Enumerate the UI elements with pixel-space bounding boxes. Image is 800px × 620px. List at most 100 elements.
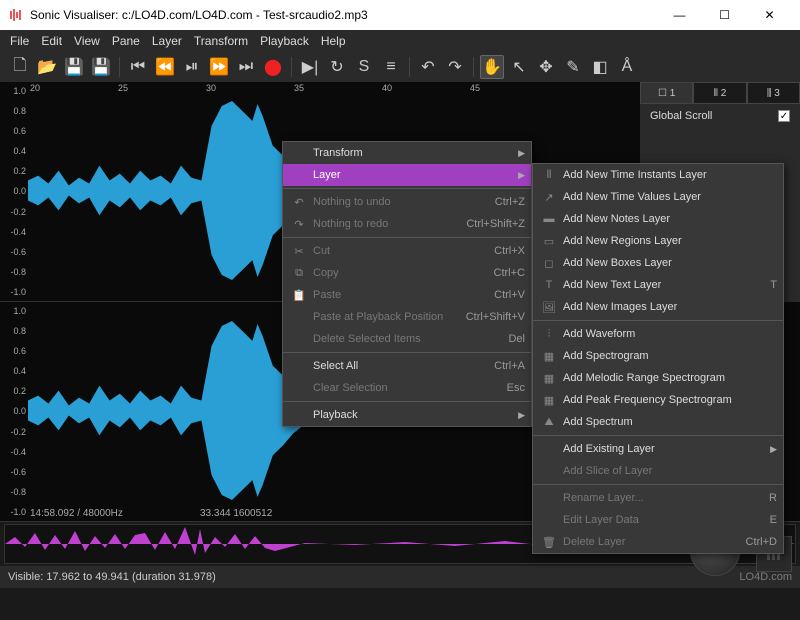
layer-item-8[interactable]: ⫶Add Waveform	[533, 323, 783, 345]
ctx-item-3: ↶Nothing to undoCtrl+Z	[283, 191, 531, 213]
redo-icon[interactable]: ↷	[443, 55, 467, 79]
menu-item-label: Paste	[309, 289, 474, 301]
menu-layer[interactable]: Layer	[146, 32, 188, 50]
menu-item-shortcut: Ctrl+Z	[475, 196, 525, 208]
menu-item-label: Select All	[309, 360, 474, 372]
app-icon	[8, 7, 24, 23]
layer-item-19: 🗑Delete LayerCtrl+D	[533, 531, 783, 553]
play-pause-icon[interactable]: ⏯	[180, 55, 204, 79]
align-icon[interactable]: ≡	[379, 55, 403, 79]
layer-item-2[interactable]: ▬Add New Notes Layer	[533, 208, 783, 230]
window-title: Sonic Visualiser: c:/LO4D.com/LO4D.com -…	[30, 8, 657, 22]
rewind-icon[interactable]: ⏪	[153, 55, 177, 79]
ctx-item-15[interactable]: Playback▶	[283, 404, 531, 426]
submenu-arrow-icon: ▶	[512, 410, 525, 421]
ctx-item-0[interactable]: Transform▶	[283, 142, 531, 164]
menu-item-label: Add New Boxes Layer	[559, 257, 777, 269]
tab-3[interactable]: ⫼ 3	[747, 82, 800, 104]
layer-item-12[interactable]: ⛰Add Spectrum	[533, 411, 783, 433]
layer-submenu: ⦀Add New Time Instants Layer↗Add New Tim…	[532, 163, 784, 554]
ctx-item-12[interactable]: Select AllCtrl+A	[283, 355, 531, 377]
ctx-item-7: ⧉CopyCtrl+C	[283, 262, 531, 284]
close-button[interactable]: ✕	[747, 0, 792, 30]
move-tool-icon[interactable]: ✥	[534, 55, 558, 79]
menu-item-icon: 🗑	[539, 536, 559, 549]
watermark: LO4D.com	[739, 571, 792, 583]
rewind-start-icon[interactable]: ⏮	[126, 55, 150, 79]
menu-edit[interactable]: Edit	[35, 32, 68, 50]
menu-item-label: Add Peak Frequency Spectrogram	[559, 394, 777, 406]
menu-item-icon: ↷	[289, 218, 309, 231]
menu-item-label: Add Spectrum	[559, 416, 777, 428]
forward-end-icon[interactable]: ⏭	[234, 55, 258, 79]
menu-item-icon: ⛰	[539, 416, 559, 429]
layer-tabs: ☐ 1 ⫴ 2 ⫼ 3	[640, 82, 800, 104]
open-file-icon[interactable]: 📂	[35, 55, 59, 79]
new-file-icon[interactable]: 🗋	[8, 55, 32, 79]
menu-pane[interactable]: Pane	[106, 32, 146, 50]
layer-item-15: Add Slice of Layer	[533, 460, 783, 482]
play-selection-icon[interactable]: ▶|	[298, 55, 322, 79]
menu-item-shortcut: Ctrl+Shift+Z	[446, 218, 525, 230]
layer-item-6[interactable]: 🖼Add New Images Layer	[533, 296, 783, 318]
menu-item-shortcut: Ctrl+Shift+V	[446, 311, 525, 323]
layer-item-14[interactable]: Add Existing Layer▶	[533, 438, 783, 460]
menu-playback[interactable]: Playback	[254, 32, 315, 50]
menu-item-label: Add Melodic Range Spectrogram	[559, 372, 777, 384]
undo-icon[interactable]: ↶	[416, 55, 440, 79]
minimize-button[interactable]: —	[657, 0, 702, 30]
ctx-item-1[interactable]: Layer▶	[283, 164, 531, 186]
global-scroll-checkbox[interactable]: ✓	[778, 110, 790, 122]
menu-transform[interactable]: Transform	[188, 32, 254, 50]
layer-item-10[interactable]: ▦Add Melodic Range Spectrogram	[533, 367, 783, 389]
tab-2[interactable]: ⫴ 2	[693, 82, 746, 104]
layer-item-3[interactable]: ▭Add New Regions Layer	[533, 230, 783, 252]
menu-item-label: Add New Images Layer	[559, 301, 777, 313]
x-axis: 202530354045	[28, 82, 640, 96]
toolbar: 🗋 📂 💾 💾 ⏮ ⏪ ⏯ ⏩ ⏭ ⬤ ▶| ↻ S ≡ ↶ ↷ ✋ ↖ ✥ ✎…	[0, 52, 800, 82]
menu-item-label: Add New Text Layer	[559, 279, 750, 291]
layer-item-18: Edit Layer DataE	[533, 509, 783, 531]
loop-icon[interactable]: ↻	[325, 55, 349, 79]
menu-file[interactable]: File	[4, 32, 35, 50]
record-icon[interactable]: ⬤	[261, 55, 285, 79]
menu-item-label: Delete Layer	[559, 536, 726, 548]
select-tool-icon[interactable]: ↖	[507, 55, 531, 79]
layer-item-1[interactable]: ↗Add New Time Values Layer	[533, 186, 783, 208]
pane-sample-info: 33.344 1600512	[200, 508, 272, 519]
layer-item-5[interactable]: TAdd New Text LayerT	[533, 274, 783, 296]
menu-item-icon: ⧉	[289, 267, 309, 280]
layer-item-9[interactable]: ▦Add Spectrogram	[533, 345, 783, 367]
menu-item-label: Edit Layer Data	[559, 514, 750, 526]
status-visible-range: Visible: 17.962 to 49.941 (duration 31.9…	[8, 571, 216, 583]
menu-item-icon: ▬	[539, 213, 559, 225]
solo-icon[interactable]: S	[352, 55, 376, 79]
layer-item-0[interactable]: ⦀Add New Time Instants Layer	[533, 164, 783, 186]
menu-item-label: Nothing to redo	[309, 218, 446, 230]
menu-item-icon: ↶	[289, 196, 309, 209]
tab-1[interactable]: ☐ 1	[640, 82, 693, 104]
menu-item-icon: ✂	[289, 245, 309, 258]
y-axis-2: 1.00.80.60.40.20.0-0.2-0.4-0.6-0.8-1.0	[0, 302, 28, 521]
navigate-tool-icon[interactable]: ✋	[480, 55, 504, 79]
maximize-button[interactable]: ☐	[702, 0, 747, 30]
save-icon[interactable]: 💾	[62, 55, 86, 79]
menu-item-shortcut: E	[750, 514, 777, 526]
layer-item-11[interactable]: ▦Add Peak Frequency Spectrogram	[533, 389, 783, 411]
menu-view[interactable]: View	[68, 32, 106, 50]
measure-tool-icon[interactable]: Å	[615, 55, 639, 79]
erase-tool-icon[interactable]: ◧	[588, 55, 612, 79]
submenu-arrow-icon: ▶	[512, 170, 525, 181]
menu-item-shortcut: Ctrl+C	[474, 267, 525, 279]
menu-help[interactable]: Help	[315, 32, 352, 50]
menu-item-shortcut: Esc	[487, 382, 525, 394]
draw-tool-icon[interactable]: ✎	[561, 55, 585, 79]
layer-item-4[interactable]: ◻Add New Boxes Layer	[533, 252, 783, 274]
menu-item-label: Clear Selection	[309, 382, 487, 394]
menu-item-icon: ⦀	[539, 169, 559, 182]
save-as-icon[interactable]: 💾	[89, 55, 113, 79]
menu-item-label: Delete Selected Items	[309, 333, 488, 345]
ctx-item-8: 📋PasteCtrl+V	[283, 284, 531, 306]
forward-icon[interactable]: ⏩	[207, 55, 231, 79]
menu-item-label: Add New Time Values Layer	[559, 191, 777, 203]
